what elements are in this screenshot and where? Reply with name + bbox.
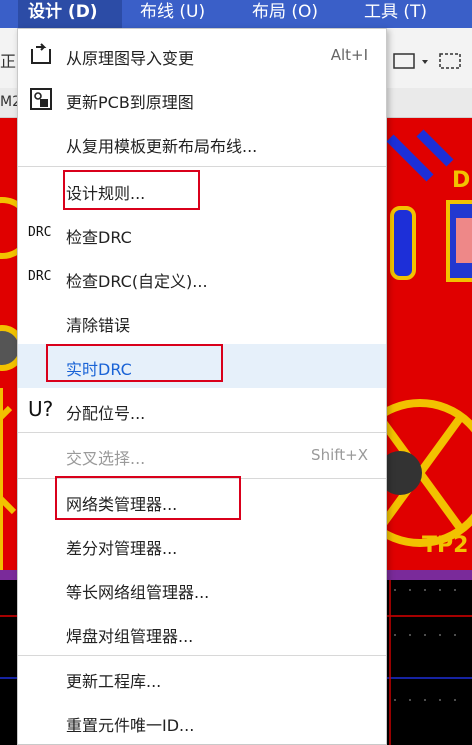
menu-item-assign-designators[interactable]: U? 分配位号... xyxy=(18,388,386,432)
annotation-box-net-class-manager xyxy=(55,476,241,520)
menu-item-label: 更新PCB到原理图 xyxy=(66,93,194,112)
menu-item-reset-component-id[interactable]: 重置元件唯一ID... xyxy=(18,700,386,744)
chevron-down-icon xyxy=(422,60,428,64)
menu-item-import-from-schematic[interactable]: 从原理图导入变更 Alt+I xyxy=(18,33,386,77)
designator-icon: U? xyxy=(28,397,54,421)
drc-icon: DRC xyxy=(28,225,52,240)
menu-item-label: 等长网络组管理器... xyxy=(66,583,210,602)
menu-design[interactable]: 设计 (D) xyxy=(18,0,122,28)
menu-item-label: 交叉选择... xyxy=(66,449,146,468)
menu-item-label: 检查DRC xyxy=(66,228,132,247)
menu-separator xyxy=(18,166,386,167)
annotation-box-realtime-drc xyxy=(46,344,223,382)
menu-layout[interactable]: 布局 (O) xyxy=(252,0,352,28)
menu-item-shortcut: Alt+I xyxy=(330,46,368,64)
menu-item-shortcut: Shift+X xyxy=(311,446,368,464)
drc-icon: DRC xyxy=(28,269,52,284)
menu-item-update-project-library[interactable]: 更新工程库... xyxy=(18,656,386,700)
menu-item-update-schematic[interactable]: 更新PCB到原理图 xyxy=(18,77,386,121)
menu-item-label: 差分对管理器... xyxy=(66,539,178,558)
menu-item-check-drc-custom[interactable]: DRC 检查DRC(自定义)... xyxy=(18,256,386,300)
menubar: 设计 (D) 布线 (U) 布局 (O) 工具 (T) xyxy=(0,0,472,28)
menu-item-check-drc[interactable]: DRC 检查DRC xyxy=(18,212,386,256)
menu-routing[interactable]: 布线 (U) xyxy=(140,0,240,28)
menu-item-cross-select[interactable]: 交叉选择... Shift+X xyxy=(18,433,386,477)
import-from-schematic-icon xyxy=(31,43,51,64)
menu-item-label: 检查DRC(自定义)... xyxy=(66,272,208,291)
menu-item-label: 从原理图导入变更 xyxy=(66,49,195,68)
menu-item-label: 更新工程库... xyxy=(66,672,162,691)
pcb-label-d: D xyxy=(452,168,471,193)
menu-item-label: 重置元件唯一ID... xyxy=(66,716,195,735)
menu-item-pad-pair-group-manager[interactable]: 焊盘对组管理器... xyxy=(18,611,386,655)
update-schematic-icon xyxy=(30,88,52,110)
menu-tools[interactable]: 工具 (T) xyxy=(364,0,464,28)
menu-item-clear-errors[interactable]: 清除错误 xyxy=(18,300,386,344)
menu-item-update-from-template[interactable]: 从复用模板更新布局布线... xyxy=(18,121,386,165)
menu-item-diff-pair-manager[interactable]: 差分对管理器... xyxy=(18,523,386,567)
menu-item-label: 焊盘对组管理器... xyxy=(66,627,194,646)
toolbar-left-text: 正 xyxy=(0,52,17,71)
annotation-box-design-rules xyxy=(63,170,200,210)
menu-item-label: 分配位号... xyxy=(66,404,146,423)
menu-item-label: 清除错误 xyxy=(66,316,131,335)
toolbar-select-icons[interactable] xyxy=(392,50,472,72)
pcb-label-tp: TP2 xyxy=(422,533,469,558)
menu-item-equal-length-net-group-manager[interactable]: 等长网络组管理器... xyxy=(18,567,386,611)
design-dropdown-menu: 从原理图导入变更 Alt+I 更新PCB到原理图 从复用模板更新布局布线... … xyxy=(17,28,387,745)
menu-item-label: 从复用模板更新布局布线... xyxy=(66,137,258,156)
